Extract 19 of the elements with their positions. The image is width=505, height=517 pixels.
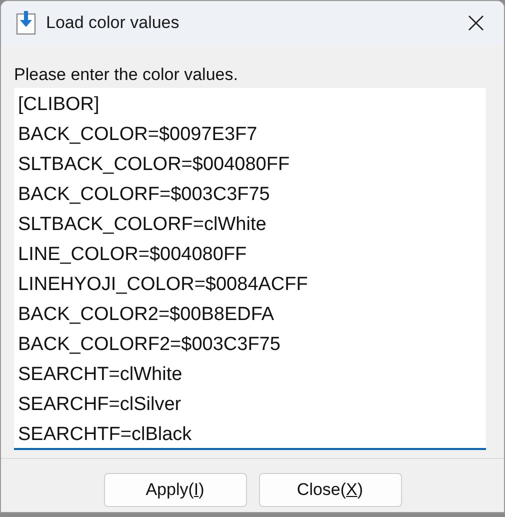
text-line: BACK_COLORF=$003C3F75 bbox=[18, 183, 270, 207]
text-line: LINE_COLOR=$004080FF bbox=[18, 243, 247, 267]
text-line: SEARCHT=clWhite bbox=[18, 363, 182, 387]
dialog-button[interactable]: Apply(I) bbox=[104, 473, 246, 507]
text-area[interactable] bbox=[14, 88, 486, 450]
text-line: SEARCHF=clSilver bbox=[18, 393, 182, 417]
text-line: [CLIBOR] bbox=[18, 93, 100, 117]
window-title: Load color values bbox=[46, 12, 180, 34]
close-icon bbox=[468, 15, 484, 31]
text-line: SLTBACK_COLOR=$004080FF bbox=[18, 153, 290, 177]
text-line: SLTBACK_COLORF=clWhite bbox=[18, 213, 266, 237]
text-line: BACK_COLOR2=$00B8EDFA bbox=[18, 303, 274, 327]
text-line: LINEHYOJI_COLOR=$0084ACFF bbox=[18, 273, 308, 297]
text-line: SEARCHTF=clBlack bbox=[18, 423, 192, 447]
text-line: BACK_COLORF2=$003C3F75 bbox=[18, 333, 280, 357]
text-line: BACK_COLOR=$0097E3F7 bbox=[18, 123, 258, 147]
prompt-label: Please enter the color values. bbox=[14, 64, 239, 86]
dialog-button[interactable]: Close(X) bbox=[258, 473, 402, 507]
download-icon bbox=[16, 11, 36, 35]
